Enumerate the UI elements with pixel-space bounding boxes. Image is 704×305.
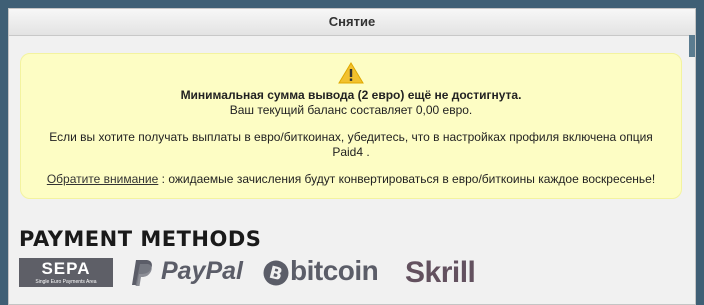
payment-methods-title: PAYMENT METHODS [19, 227, 262, 251]
bitcoin-logo-text: bitcoin [290, 255, 379, 286]
panel-title: Снятие [9, 9, 695, 36]
paypal-logo-text: PayPal [161, 257, 244, 285]
sepa-logo: SEPA Single Euro Payments Area [19, 258, 113, 287]
notice-heading: Минимальная сумма вывода (2 евро) ещё не… [180, 88, 522, 102]
attention-text: : ожидаемые зачисления будут конвертиров… [158, 172, 656, 186]
sepa-logo-text: SEPA [41, 259, 91, 278]
attention-line: Обратите внимание : ожидаемые зачисления… [21, 172, 681, 187]
bitcoin-icon: B [263, 260, 289, 286]
settings-text-line1: Если вы хотите получать выплаты в евро/б… [49, 130, 653, 144]
balance-text: Ваш текущий баланс составляет 0,00 евро. [229, 103, 473, 117]
settings-text-line2: Paid4 . [332, 145, 370, 159]
attention-link[interactable]: Обратите внимание [47, 172, 159, 186]
skrill-logo-text: Skrill [405, 256, 476, 289]
withdrawal-panel: Снятие Минимальная сумма вывода (2 евро)… [8, 8, 696, 305]
warning-notice: Минимальная сумма вывода (2 евро) ещё не… [20, 53, 682, 199]
scrollbar[interactable] [689, 35, 695, 57]
skrill-logo: Skrill [405, 256, 495, 290]
sepa-logo-subtitle: Single Euro Payments Area [35, 279, 97, 285]
paypal-icon [132, 260, 152, 286]
warning-icon [338, 62, 364, 84]
